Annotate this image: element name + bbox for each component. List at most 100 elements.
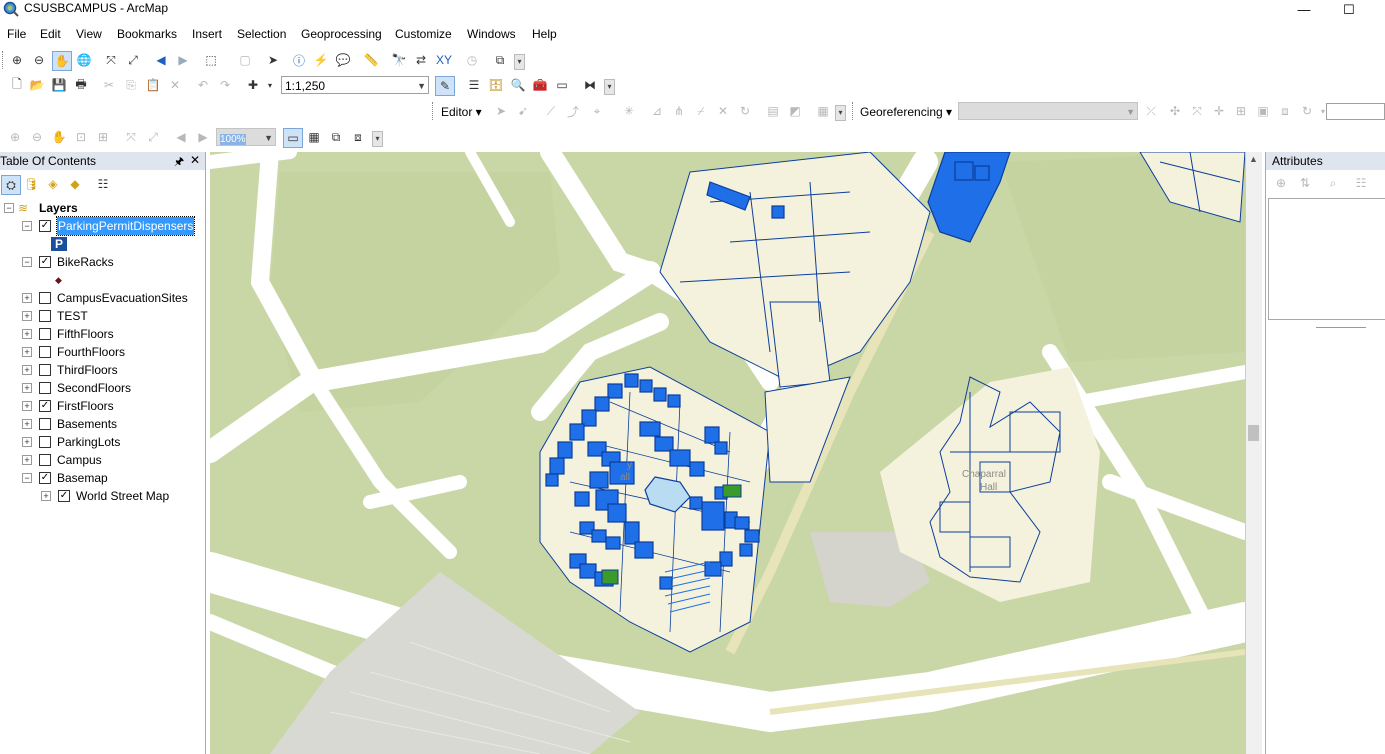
- fixed-zoom-out-icon[interactable]: ⤢: [124, 51, 142, 69]
- sort-icon[interactable]: ⇅: [1296, 174, 1314, 192]
- cut-polygons-icon[interactable]: ⌿: [692, 102, 710, 120]
- pan-hand-icon[interactable]: ✋: [52, 51, 72, 71]
- shift-georef-icon[interactable]: ✣: [1166, 102, 1184, 120]
- html-popup-icon[interactable]: 💬: [334, 51, 352, 69]
- attributes-options-icon[interactable]: ☷: [1352, 174, 1370, 192]
- menu-help[interactable]: Help: [532, 27, 557, 41]
- add-control-points-icon[interactable]: ✛: [1210, 102, 1228, 120]
- toc-options-icon[interactable]: ☷: [94, 175, 112, 193]
- sketch-properties-icon[interactable]: ◩: [786, 102, 804, 120]
- menu-edit[interactable]: Edit: [40, 27, 61, 41]
- reshape-icon[interactable]: ⋔: [670, 102, 688, 120]
- new-document-icon[interactable]: 🗋: [8, 76, 26, 94]
- redo-icon[interactable]: ↷: [216, 76, 234, 94]
- toolbar-grip[interactable]: [852, 102, 856, 120]
- menu-file[interactable]: File: [7, 27, 26, 41]
- toolbar-grip[interactable]: [2, 51, 6, 69]
- expand-icon[interactable]: +: [22, 293, 32, 303]
- toc-layer-basements[interactable]: + Basements: [0, 415, 205, 433]
- menu-view[interactable]: View: [76, 27, 102, 41]
- expand-icon[interactable]: +: [22, 383, 32, 393]
- menu-geoprocessing[interactable]: Geoprocessing: [301, 27, 382, 41]
- menu-insert[interactable]: Insert: [192, 27, 222, 41]
- map-vertical-scrollbar[interactable]: ▲: [1245, 152, 1262, 754]
- georef-layer-combo[interactable]: ▼: [958, 102, 1138, 120]
- full-extent-globe-icon[interactable]: 🌐: [75, 51, 93, 69]
- toolbar-grip[interactable]: [432, 102, 436, 120]
- layout-forward-icon[interactable]: ▶: [194, 128, 212, 146]
- layout-pan-icon[interactable]: ✋: [50, 128, 68, 146]
- toc-layer-test[interactable]: + TEST: [0, 307, 205, 325]
- end-point-arc-icon[interactable]: ⤴: [564, 102, 582, 120]
- map-scale-combo[interactable]: 1:1,250 ▼: [281, 76, 429, 94]
- layer-visibility-checkbox[interactable]: [39, 328, 51, 340]
- toolbar-options-chevron[interactable]: ▾: [604, 79, 615, 95]
- toggle-draft-mode-icon[interactable]: ▭: [283, 128, 303, 148]
- modelbuilder-icon[interactable]: ⧓: [581, 76, 599, 94]
- toolbar-options-chevron[interactable]: ▾: [514, 54, 525, 70]
- expand-icon[interactable]: +: [22, 401, 32, 411]
- edit-tool-icon[interactable]: ➤: [492, 102, 510, 120]
- data-driven-pages-icon[interactable]: ⧈: [349, 128, 367, 146]
- layer-visibility-checkbox[interactable]: [39, 364, 51, 376]
- catalog-window-icon[interactable]: 🗄: [487, 76, 505, 94]
- toc-layer-firstfloors[interactable]: + ✓ FirstFloors: [0, 397, 205, 415]
- save-icon[interactable]: 💾: [50, 76, 68, 94]
- georeferencing-menu-button[interactable]: Georeferencing ▾: [860, 105, 952, 119]
- expand-icon[interactable]: +: [22, 329, 32, 339]
- collapse-icon[interactable]: −: [22, 257, 32, 267]
- undo-icon[interactable]: ↶: [194, 76, 212, 94]
- expand-icon[interactable]: +: [22, 311, 32, 321]
- point-icon[interactable]: ✳: [620, 102, 638, 120]
- collapse-icon[interactable]: −: [22, 473, 32, 483]
- delete-icon[interactable]: ✕: [166, 76, 184, 94]
- toc-layer-bikeracks[interactable]: − ✓ BikeRacks: [0, 253, 205, 271]
- layout-zoom-whole-page-icon[interactable]: ⊡: [72, 128, 90, 146]
- measure-icon[interactable]: 📏: [362, 51, 380, 69]
- add-data-dropdown-icon[interactable]: ▾: [261, 76, 279, 94]
- layout-zoom-in-icon[interactable]: ⊕: [6, 128, 24, 146]
- toc-layer-world-street-map[interactable]: + ✓ World Street Map: [0, 487, 205, 505]
- layer-visibility-checkbox[interactable]: [39, 454, 51, 466]
- edit-vertices-icon[interactable]: ⊿: [648, 102, 666, 120]
- expand-icon[interactable]: +: [22, 455, 32, 465]
- find-binoculars-icon[interactable]: 🔭: [390, 51, 408, 69]
- menu-windows[interactable]: Windows: [467, 27, 516, 41]
- list-by-drawing-order-icon[interactable]: ⛭: [1, 175, 21, 195]
- toc-layer-basemap[interactable]: − ✓ Basemap: [0, 469, 205, 487]
- create-features-icon[interactable]: ▦: [814, 102, 832, 120]
- view-link-table-icon[interactable]: ⊞: [1232, 102, 1250, 120]
- splitter-line[interactable]: [1316, 327, 1366, 328]
- zoom-out-icon[interactable]: ⊖: [30, 51, 48, 69]
- editor-menu-button[interactable]: Editor ▾: [441, 105, 482, 119]
- find-icon[interactable]: ⌕: [1324, 174, 1342, 192]
- close-icon[interactable]: ✕: [190, 153, 200, 167]
- attributes-icon[interactable]: ▤: [764, 102, 782, 120]
- select-elements-arrow-icon[interactable]: ➤: [264, 51, 282, 69]
- list-by-visibility-icon[interactable]: ◈: [44, 175, 62, 193]
- expand-icon[interactable]: +: [41, 491, 51, 501]
- forward-arrow-icon[interactable]: ▶: [174, 51, 192, 69]
- edit-annotation-icon[interactable]: ➹: [514, 102, 532, 120]
- add-data-icon[interactable]: ✚: [244, 76, 262, 94]
- scale-georef-icon[interactable]: ⤧: [1188, 102, 1206, 120]
- layout-fixed-zoom-in-icon[interactable]: ⤧: [122, 128, 140, 146]
- toolbar-options-chevron[interactable]: ▾: [835, 105, 846, 121]
- search-window-icon[interactable]: 🔍: [509, 76, 527, 94]
- expand-icon[interactable]: +: [22, 347, 32, 357]
- layer-visibility-checkbox[interactable]: [39, 382, 51, 394]
- back-arrow-icon[interactable]: ◀: [152, 51, 170, 69]
- toc-layer-campusevacuationsites[interactable]: + CampusEvacuationSites: [0, 289, 205, 307]
- go-to-xy-icon[interactable]: XY: [435, 51, 453, 69]
- find-route-icon[interactable]: ⇄: [412, 51, 430, 69]
- layer-visibility-checkbox[interactable]: [39, 346, 51, 358]
- create-viewer-window-icon[interactable]: ⧉: [491, 51, 509, 69]
- layer-visibility-checkbox[interactable]: [39, 436, 51, 448]
- zoom-in-icon[interactable]: ⊕: [8, 51, 26, 69]
- list-by-selection-icon[interactable]: ◆: [66, 175, 84, 193]
- fixed-zoom-in-icon[interactable]: ⤧: [102, 51, 120, 69]
- minimize-button[interactable]: —: [1281, 0, 1327, 22]
- straight-segment-icon[interactable]: ⟋: [542, 102, 560, 120]
- identify-icon[interactable]: ⓘ: [290, 51, 308, 69]
- rotate-georef-icon[interactable]: ⤫: [1142, 102, 1160, 120]
